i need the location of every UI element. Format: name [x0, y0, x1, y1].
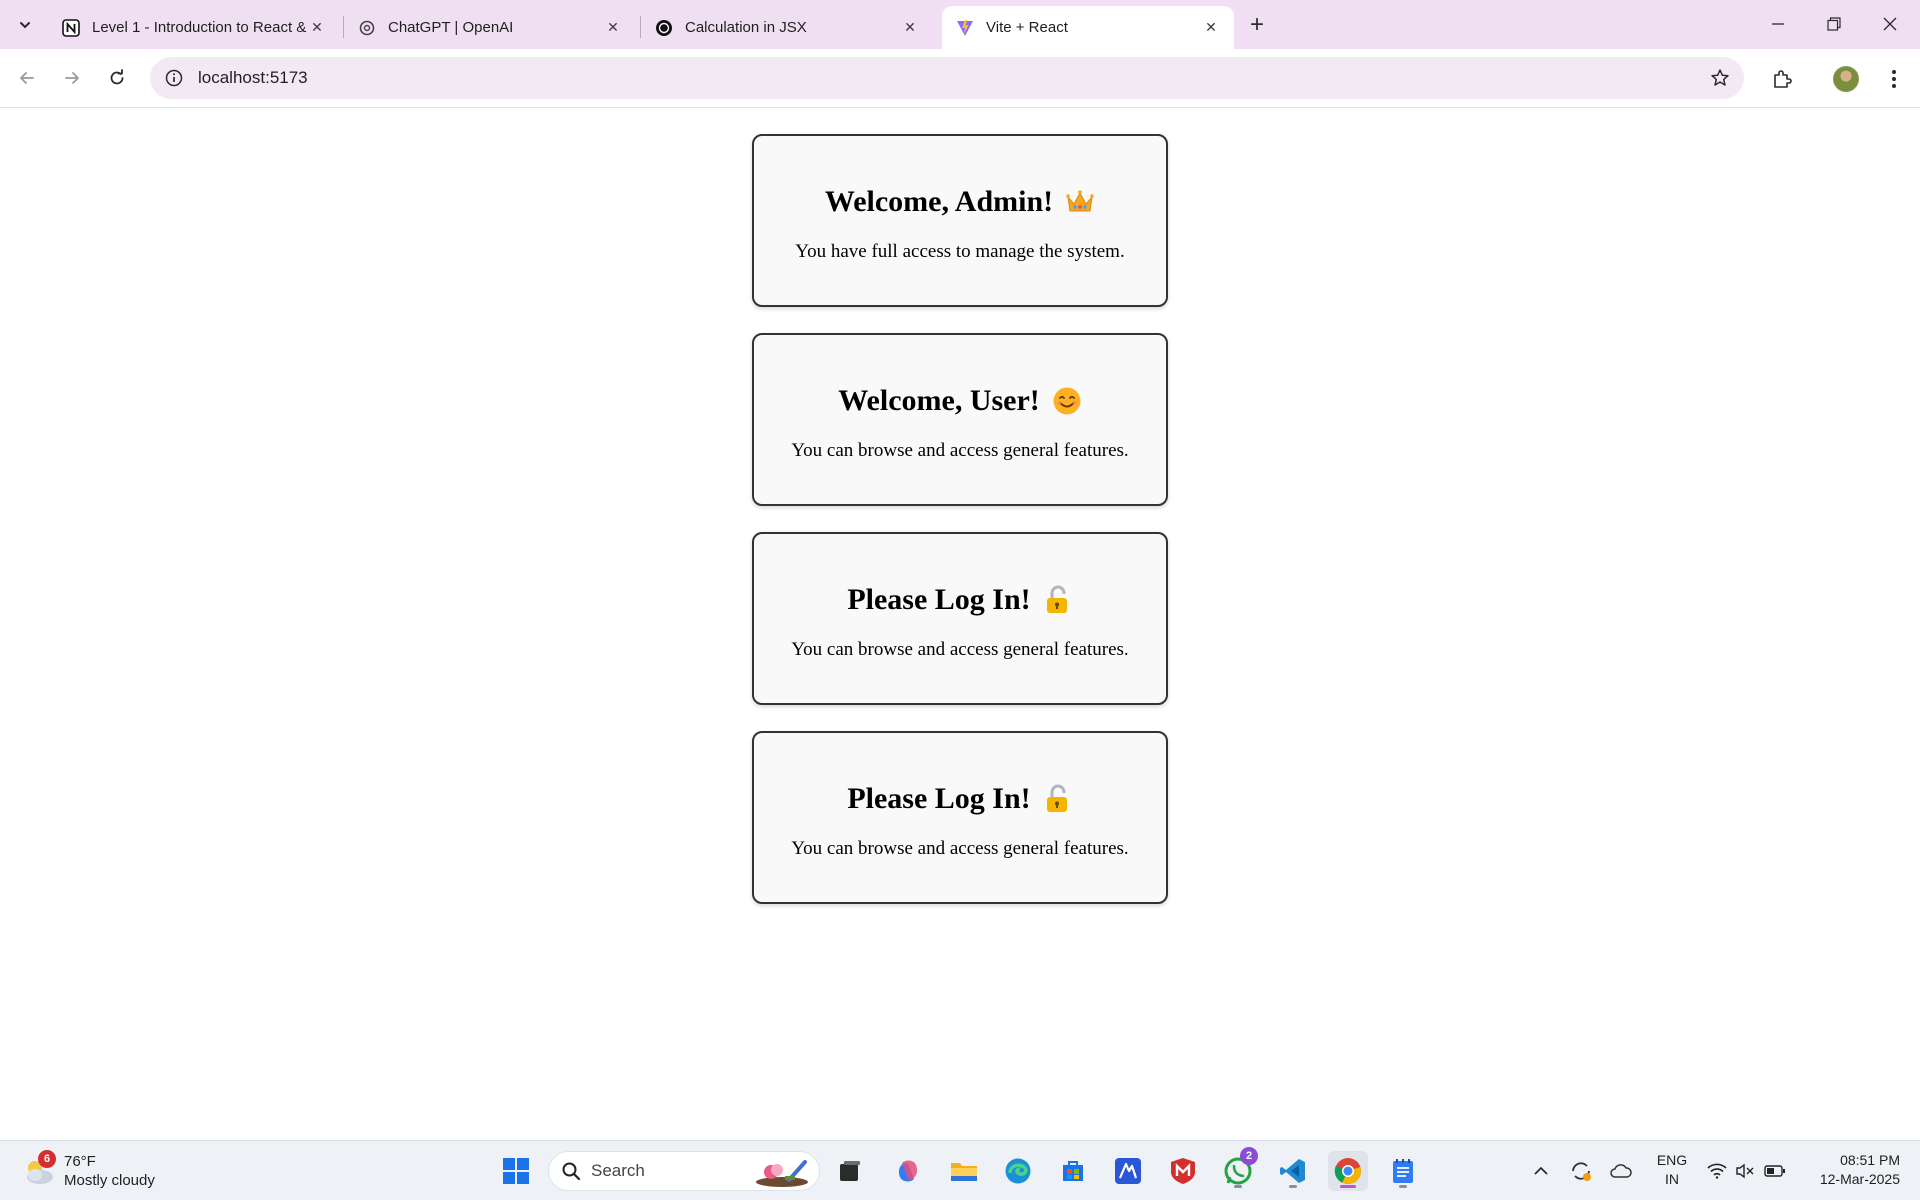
search-icon — [561, 1161, 581, 1181]
tab-title: Vite + React — [986, 19, 1068, 36]
card-heading: Please Log In! — [754, 781, 1166, 817]
close-tab-icon[interactable]: ✕ — [1200, 17, 1222, 39]
back-arrow-icon[interactable] — [10, 61, 44, 95]
running-indicator — [1289, 1185, 1297, 1188]
search-label: Search — [591, 1161, 645, 1180]
bookmark-star-icon[interactable] — [1708, 66, 1732, 90]
login-prompt-card: Please Log In! You can browse and access… — [752, 532, 1168, 705]
vite-icon — [956, 19, 974, 37]
weather-condition: Mostly cloudy — [64, 1172, 155, 1189]
mcafee-icon[interactable] — [1163, 1151, 1203, 1191]
card-text: You can browse and access general featur… — [791, 838, 1129, 859]
reload-icon[interactable] — [100, 61, 134, 95]
battery-icon[interactable] — [1760, 1155, 1790, 1187]
notion-icon — [62, 18, 80, 37]
taskbar-search-box[interactable]: Search — [548, 1151, 820, 1191]
close-tab-icon[interactable]: ✕ — [306, 17, 328, 39]
card-text: You can browse and access general featur… — [791, 440, 1129, 461]
tab-title: Calculation in JSX — [685, 19, 807, 36]
language-region: IN — [1665, 1171, 1679, 1187]
copilot-icon[interactable] — [888, 1151, 928, 1191]
wifi-icon[interactable] — [1702, 1155, 1732, 1187]
card-text: You have full access to manage the syste… — [795, 241, 1125, 262]
tab-chatgpt[interactable]: ChatGPT | OpenAI ✕ — [344, 6, 636, 49]
forward-arrow-icon[interactable] — [55, 61, 89, 95]
close-window-icon[interactable] — [1862, 0, 1918, 48]
tab-calculation-in-jsx[interactable]: Calculation in JSX ✕ — [641, 6, 933, 49]
file-explorer-icon[interactable] — [944, 1151, 984, 1191]
system-clock[interactable]: 08:51 PM 12-Mar-2025 — [1800, 1151, 1900, 1189]
tab-title: ChatGPT | OpenAI — [388, 19, 514, 36]
notepad-icon[interactable] — [1383, 1151, 1423, 1191]
weather-widget[interactable]: 6 76°F Mostly cloudy — [22, 1149, 182, 1193]
whatsapp-icon[interactable]: 2 — [1218, 1147, 1258, 1191]
address-bar[interactable] — [150, 57, 1744, 99]
tab-vite-react[interactable]: Vite + React ✕ — [942, 6, 1234, 49]
whatsapp-badge: 2 — [1240, 1147, 1258, 1165]
windows-taskbar: 6 76°F Mostly cloudy Search 2 ENG IN 08:… — [0, 1140, 1920, 1200]
chrome-icon[interactable] — [1328, 1151, 1368, 1191]
close-tab-icon[interactable]: ✕ — [899, 17, 921, 39]
lock-icon — [1043, 784, 1073, 814]
task-view-icon[interactable] — [830, 1151, 870, 1191]
openai-icon — [358, 19, 376, 37]
weather-notification-badge: 6 — [38, 1150, 56, 1168]
url-input[interactable] — [198, 68, 1598, 88]
smiling-face-icon — [1052, 386, 1082, 416]
user-welcome-card: Welcome, User! You can browse and access… — [752, 333, 1168, 506]
weather-temp: 76°F — [64, 1153, 96, 1170]
card-heading: Please Log In! — [754, 582, 1166, 618]
weather-text: 76°F Mostly cloudy — [64, 1152, 155, 1190]
profile-avatar[interactable] — [1828, 61, 1864, 97]
clock-date: 12-Mar-2025 — [1819, 1171, 1900, 1187]
avatar — [1833, 66, 1859, 92]
card-heading: Welcome, User! — [754, 383, 1166, 419]
restore-icon[interactable] — [1806, 0, 1862, 48]
search-highlight-icon — [751, 1156, 813, 1188]
site-info-icon[interactable] — [154, 57, 194, 99]
input-language-indicator[interactable]: ENG IN — [1652, 1151, 1692, 1189]
crown-icon — [1065, 187, 1095, 217]
card-title: Welcome, Admin! — [824, 185, 1054, 218]
running-indicator — [1234, 1185, 1242, 1188]
login-prompt-card: Please Log In! You can browse and access… — [752, 731, 1168, 904]
vscode-icon[interactable] — [1273, 1151, 1313, 1191]
page-content: Welcome, Admin! You have full access to … — [0, 109, 1920, 1140]
tab-search-chevron-icon[interactable] — [8, 8, 42, 42]
tab-title: Level 1 - Introduction to React & — [92, 19, 306, 36]
new-tab-button[interactable]: + — [1240, 10, 1274, 40]
browser-toolbar — [0, 49, 1920, 108]
lock-icon — [1043, 585, 1073, 615]
cloudy-weather-icon: 6 — [22, 1150, 56, 1186]
card-title: Please Log In! — [847, 782, 1031, 815]
microsoft-store-icon[interactable] — [1053, 1151, 1093, 1191]
menu-kebab-icon[interactable] — [1876, 61, 1912, 97]
card-heading: Welcome, Admin! — [754, 184, 1166, 220]
running-indicator — [1399, 1185, 1407, 1188]
windows-start-icon[interactable] — [496, 1151, 536, 1191]
volume-muted-icon[interactable] — [1730, 1155, 1760, 1187]
close-tab-icon[interactable]: ✕ — [602, 17, 624, 39]
running-indicator-active — [1340, 1185, 1356, 1188]
onedrive-cloud-icon[interactable] — [1606, 1155, 1636, 1187]
clock-time: 08:51 PM — [1840, 1152, 1900, 1168]
card-title: Welcome, User! — [838, 384, 1040, 417]
tab-level-1[interactable]: Level 1 - Introduction to React & ✕ — [48, 6, 340, 49]
edge-browser-icon[interactable] — [998, 1151, 1038, 1191]
card-title: Please Log In! — [847, 583, 1031, 616]
sync-update-icon[interactable] — [1566, 1155, 1596, 1187]
language-code: ENG — [1656, 1152, 1688, 1168]
card-text: You can browse and access general featur… — [791, 639, 1129, 660]
browser-tab-strip: Level 1 - Introduction to React & ✕ Chat… — [0, 0, 1920, 49]
openai-icon — [655, 19, 673, 37]
minimize-icon[interactable] — [1750, 0, 1806, 48]
show-hidden-icons-chevron-icon[interactable] — [1526, 1155, 1556, 1187]
admin-welcome-card: Welcome, Admin! You have full access to … — [752, 134, 1168, 307]
extensions-puzzle-icon[interactable] — [1764, 61, 1800, 97]
app-ai-icon[interactable] — [1108, 1151, 1148, 1191]
